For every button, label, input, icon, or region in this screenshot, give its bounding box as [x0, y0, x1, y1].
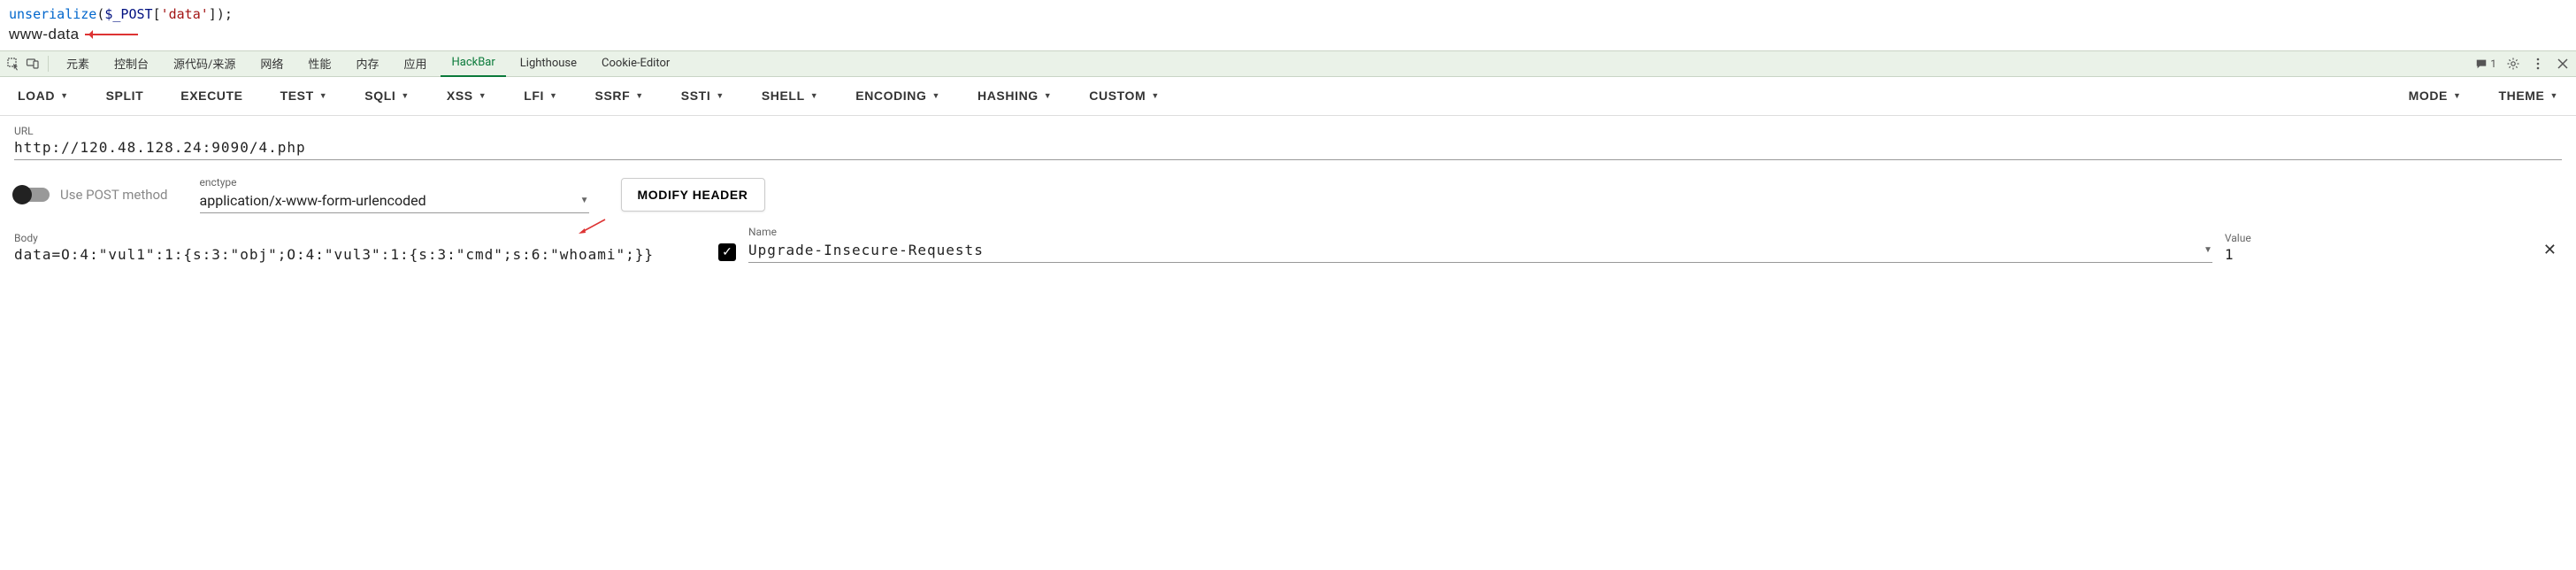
tab-elements[interactable]: 元素: [56, 50, 100, 77]
chevron-down-icon: ▼: [401, 91, 410, 100]
chevron-down-icon: ▼: [1151, 91, 1160, 100]
shell-button[interactable]: SHELL▼: [753, 83, 827, 108]
load-button[interactable]: LOAD▼: [9, 83, 78, 108]
tab-console[interactable]: 控制台: [104, 50, 159, 77]
ssrf-button[interactable]: SSRF▼: [586, 83, 653, 108]
device-icon[interactable]: [25, 56, 41, 72]
header-enabled-checkbox[interactable]: ✓: [718, 243, 736, 261]
string-token: 'data': [161, 6, 209, 22]
tab-cookie-editor[interactable]: Cookie-Editor: [591, 50, 680, 77]
chevron-down-icon: ▼: [2204, 245, 2212, 255]
tab-network[interactable]: 网络: [249, 50, 294, 77]
post-toggle[interactable]: [14, 188, 50, 202]
chevron-down-icon: ▼: [716, 91, 724, 100]
fn-token: unserialize: [9, 6, 96, 22]
theme-button[interactable]: THEME▼: [2489, 83, 2567, 108]
gear-icon[interactable]: [2505, 56, 2521, 72]
chevron-down-icon: ▼: [1044, 91, 1053, 100]
ssti-button[interactable]: SSTI▼: [672, 83, 733, 108]
chevron-down-icon: ▼: [319, 91, 328, 100]
header-name-label: Name: [748, 226, 2212, 238]
custom-button[interactable]: CUSTOM▼: [1080, 83, 1169, 108]
test-button[interactable]: TEST▼: [272, 83, 337, 108]
lfi-button[interactable]: LFI▼: [515, 83, 566, 108]
annotation-arrow: [577, 218, 607, 234]
hashing-button[interactable]: HASHING▼: [969, 83, 1061, 108]
enctype-label: enctype: [200, 176, 589, 189]
post-toggle-label: Use POST method: [60, 187, 168, 203]
tab-sources[interactable]: 源代码/来源: [163, 50, 246, 77]
tab-lighthouse[interactable]: Lighthouse: [510, 50, 587, 77]
chevron-down-icon: ▼: [60, 91, 69, 100]
modify-header-button[interactable]: MODIFY HEADER: [621, 178, 765, 212]
header-value-input[interactable]: 1: [2225, 246, 2526, 263]
hackbar-toolbar: LOAD▼ SPLIT EXECUTE TEST▼ SQLI▼ XSS▼ LFI…: [0, 77, 2576, 116]
separator: [48, 56, 49, 72]
code-line: unserialize($_POST['data']);: [9, 5, 2567, 24]
split-button[interactable]: SPLIT: [97, 83, 153, 108]
page-content: unserialize($_POST['data']); www-data: [0, 0, 2576, 50]
chevron-down-icon: ▼: [479, 91, 487, 100]
chevron-down-icon: ▼: [2453, 91, 2462, 100]
remove-header-button[interactable]: ✕: [2538, 241, 2562, 263]
chevron-down-icon: ▼: [810, 91, 819, 100]
messages-badge[interactable]: 1: [2475, 58, 2496, 70]
url-input[interactable]: [14, 139, 2562, 156]
tab-performance[interactable]: 性能: [297, 50, 341, 77]
hackbar-form: URL Use POST method enctype application/…: [0, 116, 2576, 268]
chevron-down-icon: ▼: [932, 91, 941, 100]
xss-button[interactable]: XSS▼: [438, 83, 495, 108]
var-token: $_POST: [104, 6, 152, 22]
chevron-down-icon: ▼: [635, 91, 644, 100]
sqli-button[interactable]: SQLI▼: [356, 83, 418, 108]
header-name-select[interactable]: Upgrade-Insecure-Requests ▼: [748, 240, 2212, 263]
chevron-down-icon: ▼: [580, 196, 589, 205]
header-value-label: Value: [2225, 232, 2526, 244]
tab-memory[interactable]: 内存: [345, 50, 389, 77]
chevron-down-icon: ▼: [2549, 91, 2558, 100]
output-text: www-data: [9, 24, 80, 45]
output-line: www-data: [9, 24, 2567, 45]
tab-hackbar[interactable]: HackBar: [441, 50, 505, 77]
inspect-icon[interactable]: [5, 56, 21, 72]
kebab-icon[interactable]: [2530, 56, 2546, 72]
enctype-select[interactable]: application/x-www-form-urlencoded ▼: [200, 190, 589, 213]
mode-button[interactable]: MODE▼: [2400, 83, 2471, 108]
execute-button[interactable]: EXECUTE: [172, 83, 251, 108]
chevron-down-icon: ▼: [549, 91, 558, 100]
tab-application[interactable]: 应用: [393, 50, 437, 77]
body-input[interactable]: data=O:4:"vul1":1:{s:3:"obj";O:4:"vul3":…: [14, 246, 686, 263]
close-icon[interactable]: [2555, 56, 2571, 72]
url-label: URL: [14, 125, 2562, 137]
devtools-tabbar: 元素 控制台 源代码/来源 网络 性能 内存 应用 HackBar Lighth…: [0, 50, 2576, 77]
annotation-arrow: [85, 34, 138, 35]
encoding-button[interactable]: ENCODING▼: [847, 83, 949, 108]
